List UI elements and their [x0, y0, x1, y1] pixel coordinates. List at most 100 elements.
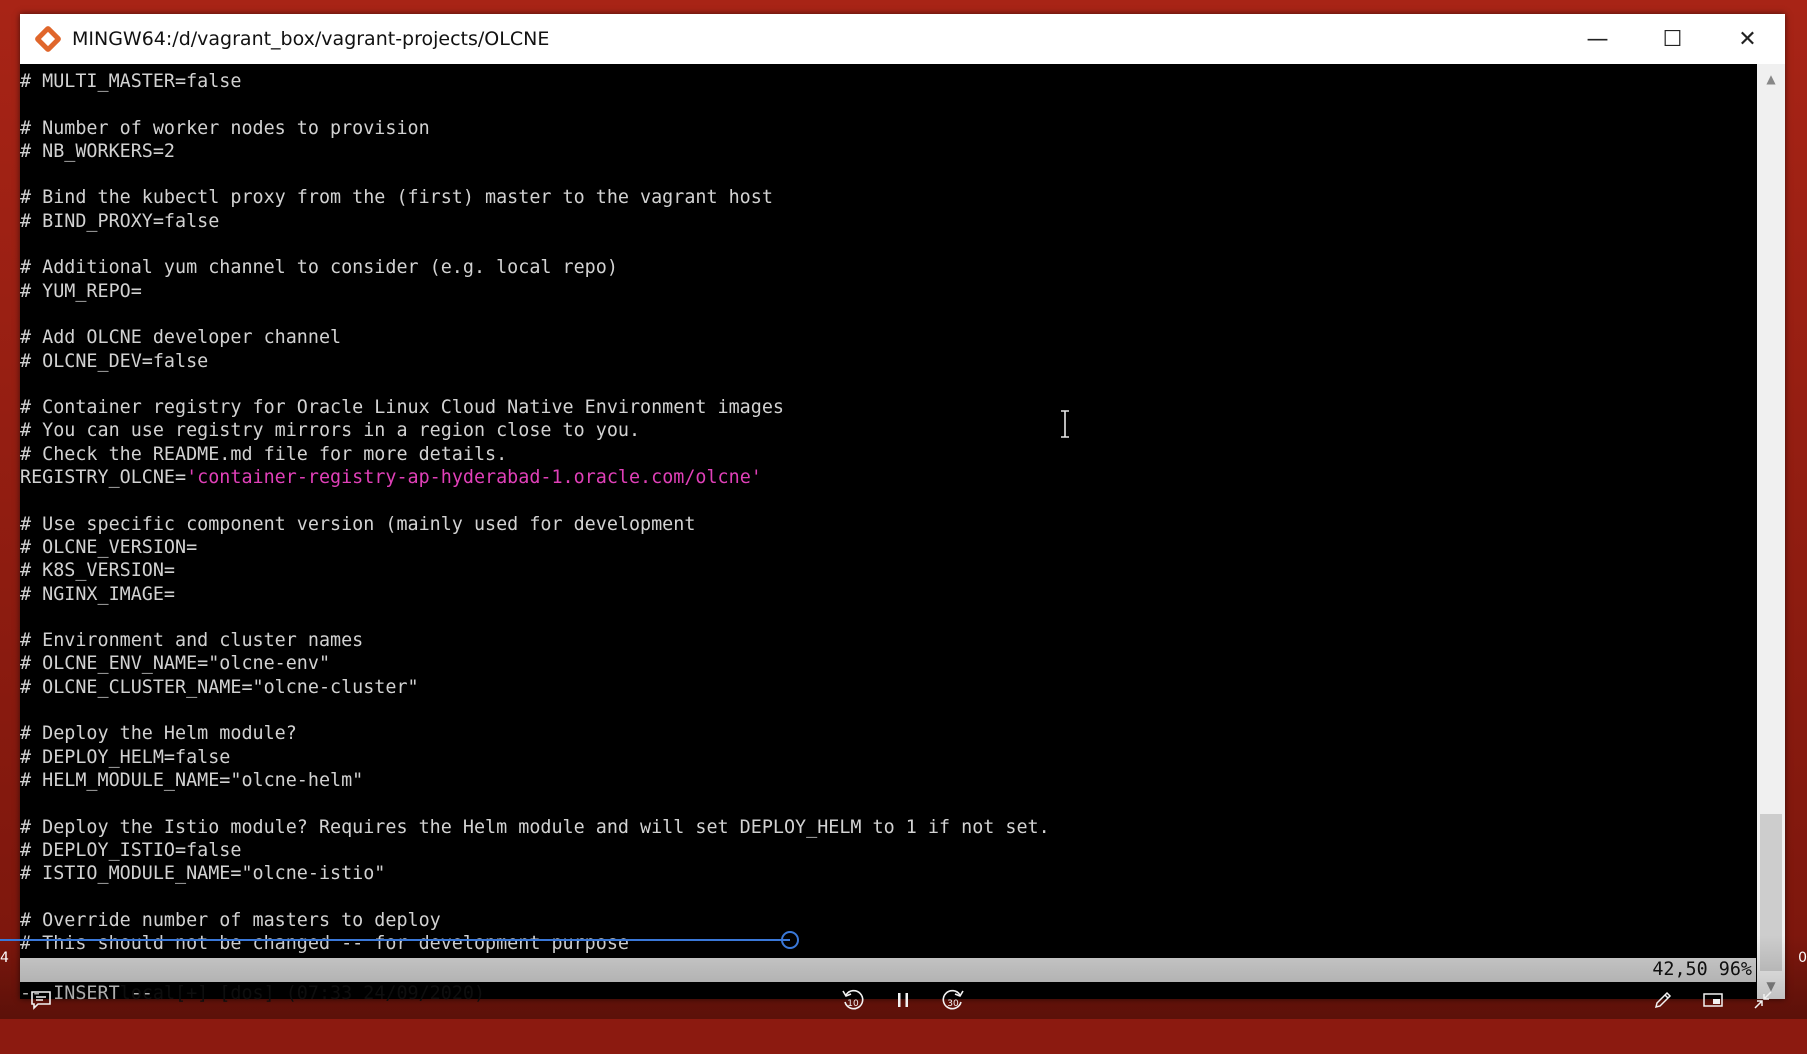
code-line-text: # BIND_PROXY=false — [20, 210, 220, 232]
code-line: # This should not be changed -- for deve… — [20, 932, 1756, 955]
code-string-literal: 'container-registry-ap-hyderabad-1.oracl… — [186, 467, 762, 489]
forward-button[interactable]: 30 — [936, 985, 970, 1015]
code-line-text: # This should not be changed -- for deve… — [20, 932, 629, 954]
exit-fullscreen-icon — [1754, 991, 1772, 1009]
window-controls: — ☐ ✕ — [1560, 14, 1785, 64]
pause-icon — [898, 993, 908, 1007]
title-bar[interactable]: MINGW64:/d/vagrant_box/vagrant-projects/… — [20, 14, 1785, 64]
captions-button[interactable] — [24, 985, 58, 1015]
code-line: # Override number of masters to deploy — [20, 909, 1756, 932]
annotate-button[interactable] — [1646, 985, 1680, 1015]
code-line-text: # MULTI_MASTER=false — [20, 71, 242, 92]
code-line: # DEPLOY_HELM=false — [20, 746, 1756, 769]
git-bash-icon — [33, 24, 63, 54]
code-line: # Check the README.md file for more deta… — [20, 443, 1756, 466]
code-line-text: # Container registry for Oracle Linux Cl… — [20, 397, 784, 419]
code-line-text: # Deploy the Istio module? Requires the … — [20, 816, 1050, 838]
window-title: MINGW64:/d/vagrant_box/vagrant-projects/… — [72, 28, 550, 50]
captions-icon — [31, 991, 51, 1010]
vim-status-line: .env.local[+] [dos] (07:33 24/09/2020) 4… — [20, 958, 1756, 1004]
svg-text:30: 30 — [947, 999, 959, 1009]
status-cursor-position: 42,50 96% — [1652, 959, 1752, 980]
fullscreen-button[interactable] — [1746, 985, 1780, 1015]
code-line: # Additional yum channel to consider (e.… — [20, 256, 1756, 279]
code-line-text: # K8S_VERSION= — [20, 560, 176, 582]
code-line-text: # OLCNE_DEV=false — [20, 350, 209, 372]
code-line: # Use specific component version (mainly… — [20, 513, 1756, 536]
code-line: # DEPLOY_ISTIO=false — [20, 839, 1756, 862]
code-line: # ISTIO_MODULE_NAME="olcne-istio" — [20, 862, 1756, 885]
code-line-text: # YUM_REPO= — [20, 280, 142, 302]
right-edge-text: 0 — [1798, 950, 1807, 966]
code-line: # Deploy the Helm module? — [20, 722, 1756, 745]
code-line-text: # ISTIO_MODULE_NAME="olcne-istio" — [20, 863, 386, 885]
vim-editor-buffer[interactable]: # MULTI_MASTER=false # Number of worker n… — [20, 64, 1756, 959]
code-line-text: # Use specific component version (mainly… — [20, 513, 696, 535]
code-line-text: # Override number of masters to deploy — [20, 909, 441, 931]
code-line: # Container registry for Oracle Linux Cl… — [20, 396, 1756, 419]
code-line: # NB_WORKERS=2 — [20, 140, 1756, 163]
code-line: # K8S_VERSION= — [20, 559, 1756, 582]
code-line: # Number of worker nodes to provision — [20, 117, 1756, 140]
code-line-text: # NGINX_IMAGE= — [20, 583, 176, 605]
close-button[interactable]: ✕ — [1710, 14, 1785, 64]
code-line-text: # NB_WORKERS=2 — [20, 140, 176, 162]
rewind-10-icon: 10 — [842, 989, 864, 1010]
scrollbar-thumb[interactable] — [1760, 814, 1782, 971]
code-line: # You can use registry mirrors in a regi… — [20, 419, 1756, 442]
left-edge-text: 4 — [0, 950, 9, 966]
code-line-text: # Number of worker nodes to provision — [20, 117, 430, 139]
code-line: # OLCNE_DEV=false — [20, 350, 1756, 373]
pen-icon — [1654, 991, 1672, 1009]
code-line-text: # Deploy the Helm module? — [20, 723, 297, 745]
code-line: # NGINX_IMAGE= — [20, 583, 1756, 606]
code-line: # OLCNE_CLUSTER_NAME="olcne-cluster" — [20, 676, 1756, 699]
code-line-text: # HELM_MODULE_NAME="olcne-helm" — [20, 769, 364, 791]
code-line-text: # Check the README.md file for more deta… — [20, 443, 508, 465]
code-line-text: # Add OLCNE developer channel — [20, 327, 342, 349]
rewind-button[interactable]: 10 — [836, 985, 870, 1015]
video-player-controls: 10 30 — [0, 985, 1807, 1015]
code-line: # Bind the kubectl proxy from the (first… — [20, 186, 1756, 209]
code-line-text: # Environment and cluster names — [20, 630, 364, 652]
forward-30-icon: 30 — [942, 989, 964, 1010]
code-line-text: # OLCNE_ENV_NAME="olcne-env" — [20, 653, 331, 675]
code-line: # Deploy the Istio module? Requires the … — [20, 816, 1756, 839]
code-line: # MULTI_MASTER=false — [20, 70, 1756, 93]
code-line-text: # OLCNE_CLUSTER_NAME="olcne-cluster" — [20, 676, 419, 698]
code-line-text: # OLCNE_VERSION= — [20, 536, 198, 558]
picture-in-picture-icon — [1703, 993, 1723, 1007]
maximize-button[interactable]: ☐ — [1635, 14, 1710, 64]
code-line: # HELM_MODULE_NAME="olcne-helm" — [20, 769, 1756, 792]
code-line: # OLCNE_ENV_NAME="olcne-env" — [20, 652, 1756, 675]
video-progress-handle[interactable] — [781, 931, 799, 949]
minimize-button[interactable]: — — [1560, 14, 1635, 64]
video-progress-bar[interactable] — [0, 939, 790, 941]
pause-button[interactable] — [886, 985, 920, 1015]
text-cursor-icon — [1061, 410, 1069, 438]
code-line: # YUM_REPO= — [20, 280, 1756, 303]
code-line-text: # DEPLOY_ISTIO=false — [20, 839, 242, 861]
code-line-text: # You can use registry mirrors in a regi… — [20, 420, 641, 442]
vertical-scrollbar[interactable]: ▲ ▼ — [1757, 64, 1785, 999]
svg-text:10: 10 — [847, 999, 859, 1009]
code-line: REGISTRY_OLCNE='container-registry-ap-hy… — [20, 466, 1756, 489]
code-line-text: # DEPLOY_HELM=false — [20, 746, 231, 768]
terminal-window[interactable]: MINGW64:/d/vagrant_box/vagrant-projects/… — [20, 14, 1785, 1004]
code-line: # Environment and cluster names — [20, 629, 1756, 652]
picture-in-picture-button[interactable] — [1696, 985, 1730, 1015]
scroll-up-icon[interactable]: ▲ — [1757, 72, 1785, 86]
code-line: # Add OLCNE developer channel — [20, 326, 1756, 349]
code-line-text: # Bind the kubectl proxy from the (first… — [20, 187, 773, 209]
code-line: # OLCNE_VERSION= — [20, 536, 1756, 559]
code-line-text: REGISTRY_OLCNE= — [20, 467, 187, 489]
